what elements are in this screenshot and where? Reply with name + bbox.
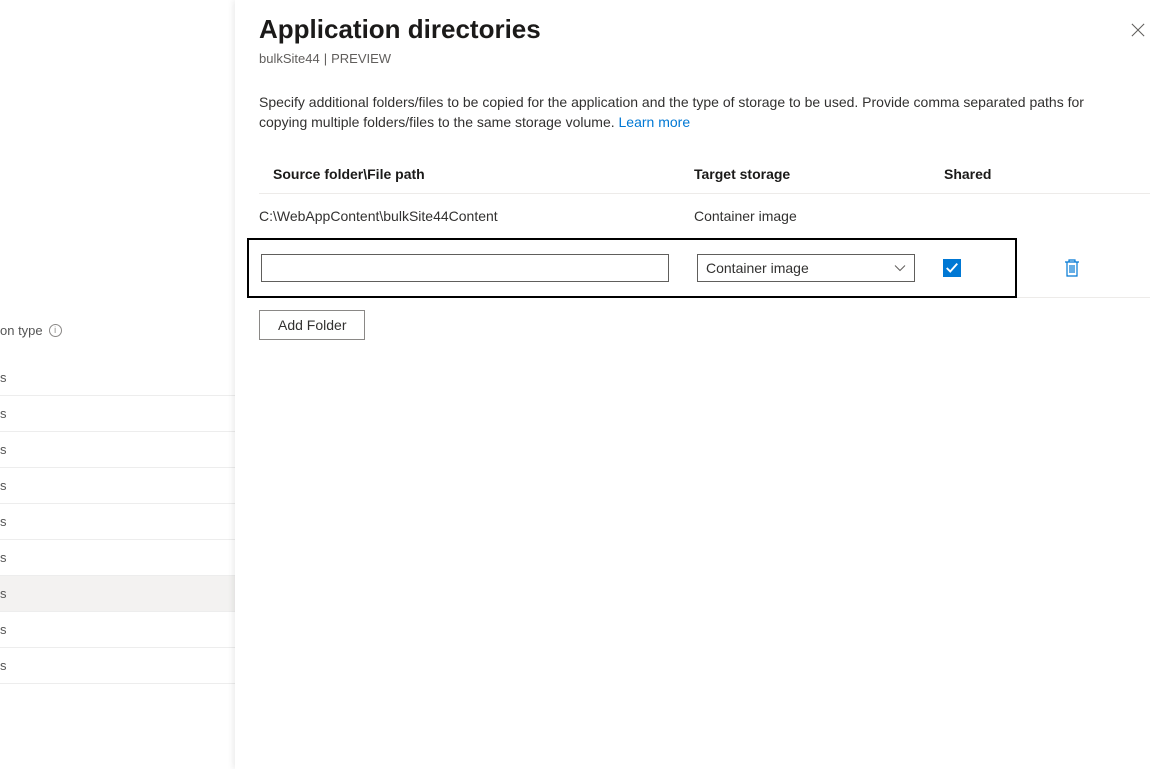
directories-table: Source folder\File path Target storage S… <box>259 154 1150 298</box>
target-storage-value: Container image <box>706 260 809 276</box>
delete-row-button[interactable] <box>1055 251 1089 285</box>
background-list-item[interactable]: s <box>0 468 235 504</box>
panel-description: Specify additional folders/files to be c… <box>259 92 1129 132</box>
background-list-item[interactable]: s <box>0 648 235 684</box>
learn-more-link[interactable]: Learn more <box>619 114 691 130</box>
background-list-item[interactable]: s <box>0 504 235 540</box>
background-list-item[interactable]: s <box>0 612 235 648</box>
add-folder-button[interactable]: Add Folder <box>259 310 365 340</box>
header-shared: Shared <box>944 166 1034 182</box>
chevron-down-icon <box>894 262 906 274</box>
edit-row-highlight: Container image <box>247 238 1017 298</box>
check-icon <box>945 261 959 275</box>
shared-checkbox[interactable] <box>943 259 961 277</box>
info-icon: i <box>49 324 62 337</box>
background-sidebar: on type i s s s s s s s s s <box>0 0 235 769</box>
background-list-item-selected[interactable]: s <box>0 576 235 612</box>
subtitle-site: bulkSite44 <box>259 51 320 66</box>
background-list-item[interactable]: s <box>0 360 235 396</box>
background-header-fragment: on type i <box>0 300 235 360</box>
close-button[interactable] <box>1124 16 1152 44</box>
trash-icon <box>1064 259 1080 277</box>
source-path-input[interactable] <box>261 254 669 282</box>
close-icon <box>1131 23 1145 37</box>
background-list-item[interactable]: s <box>0 432 235 468</box>
header-source: Source folder\File path <box>259 166 694 182</box>
row-target-storage: Container image <box>694 208 944 224</box>
table-header-row: Source folder\File path Target storage S… <box>259 154 1150 194</box>
background-list-item[interactable]: s <box>0 396 235 432</box>
application-directories-panel: Application directories bulkSite44|PREVI… <box>235 0 1174 769</box>
target-storage-select[interactable]: Container image <box>697 254 915 282</box>
subtitle-preview: PREVIEW <box>331 51 391 66</box>
table-edit-row: Container image <box>259 238 1150 298</box>
background-list-item[interactable]: s <box>0 540 235 576</box>
header-target: Target storage <box>694 166 944 182</box>
panel-title: Application directories <box>259 14 1150 45</box>
background-header-text: on type <box>0 323 43 338</box>
panel-subtitle: bulkSite44|PREVIEW <box>259 51 1150 66</box>
row-source-path: C:\WebAppContent\bulkSite44Content <box>259 208 694 224</box>
table-row: C:\WebAppContent\bulkSite44Content Conta… <box>259 194 1150 238</box>
